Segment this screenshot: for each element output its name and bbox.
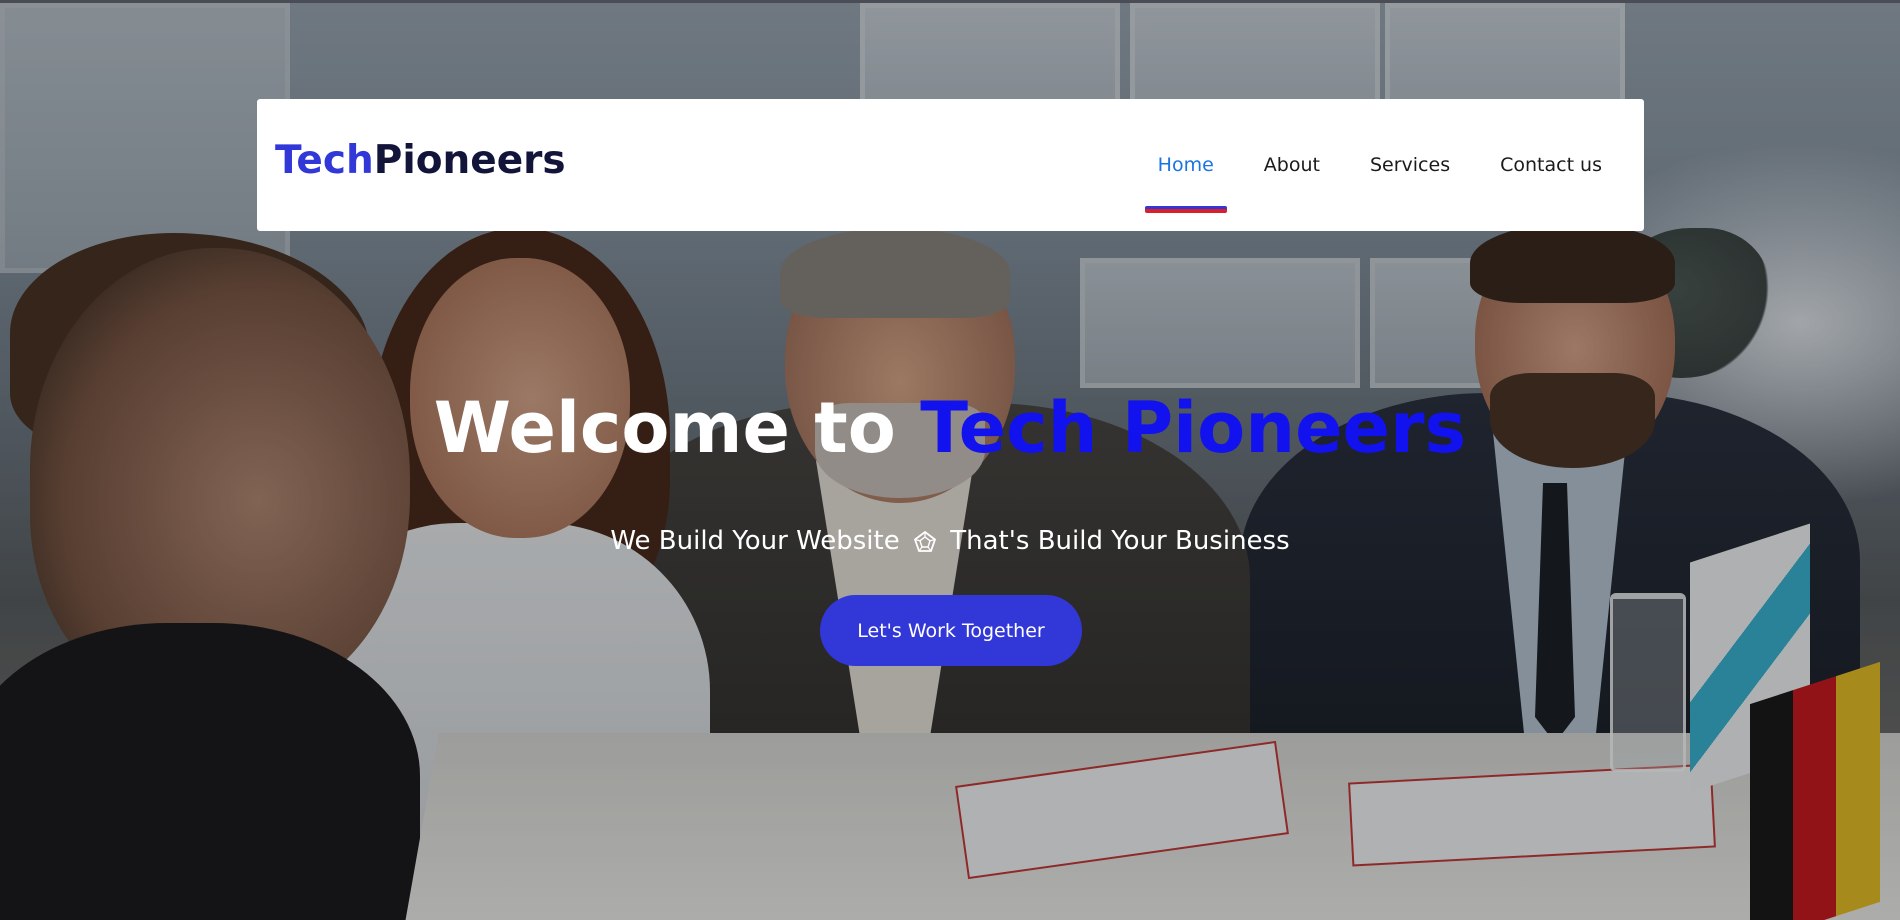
site-logo[interactable]: TechPioneers bbox=[275, 141, 566, 180]
lets-work-together-button[interactable]: Let's Work Together bbox=[820, 595, 1082, 666]
logo-text-tech: Tech bbox=[275, 138, 374, 183]
nav-item-contact[interactable]: Contact us bbox=[1475, 99, 1602, 231]
nav-item-label: About bbox=[1263, 154, 1320, 176]
nav-item-about[interactable]: About bbox=[1239, 99, 1345, 231]
hero-subtitle-part1: We Build Your Website bbox=[610, 526, 900, 556]
pentagon-web-icon bbox=[912, 530, 938, 556]
hero-subtitle-part2: That's Build Your Business bbox=[950, 526, 1290, 556]
nav-menu: Home About Services Contact us bbox=[1133, 99, 1602, 231]
hero-subtitle: We Build Your Website That's Build Your … bbox=[0, 526, 1900, 556]
nav-item-label: Services bbox=[1369, 154, 1451, 176]
logo-text-pioneers: Pioneers bbox=[373, 138, 566, 183]
nav-item-services[interactable]: Services bbox=[1345, 99, 1475, 231]
nav-item-home[interactable]: Home bbox=[1133, 99, 1239, 231]
nav-item-label: Contact us bbox=[1500, 154, 1602, 176]
page: TechPioneers Home About Services Contact… bbox=[0, 0, 1900, 920]
hero-title-welcome: Welcome to bbox=[433, 387, 921, 469]
active-nav-underline bbox=[1144, 206, 1227, 213]
nav-item-label: Home bbox=[1157, 154, 1214, 176]
navbar: TechPioneers Home About Services Contact… bbox=[257, 99, 1644, 231]
hero-title: Welcome to Tech Pioneers bbox=[0, 393, 1900, 463]
hero-title-brand: Tech Pioneers bbox=[920, 387, 1467, 469]
